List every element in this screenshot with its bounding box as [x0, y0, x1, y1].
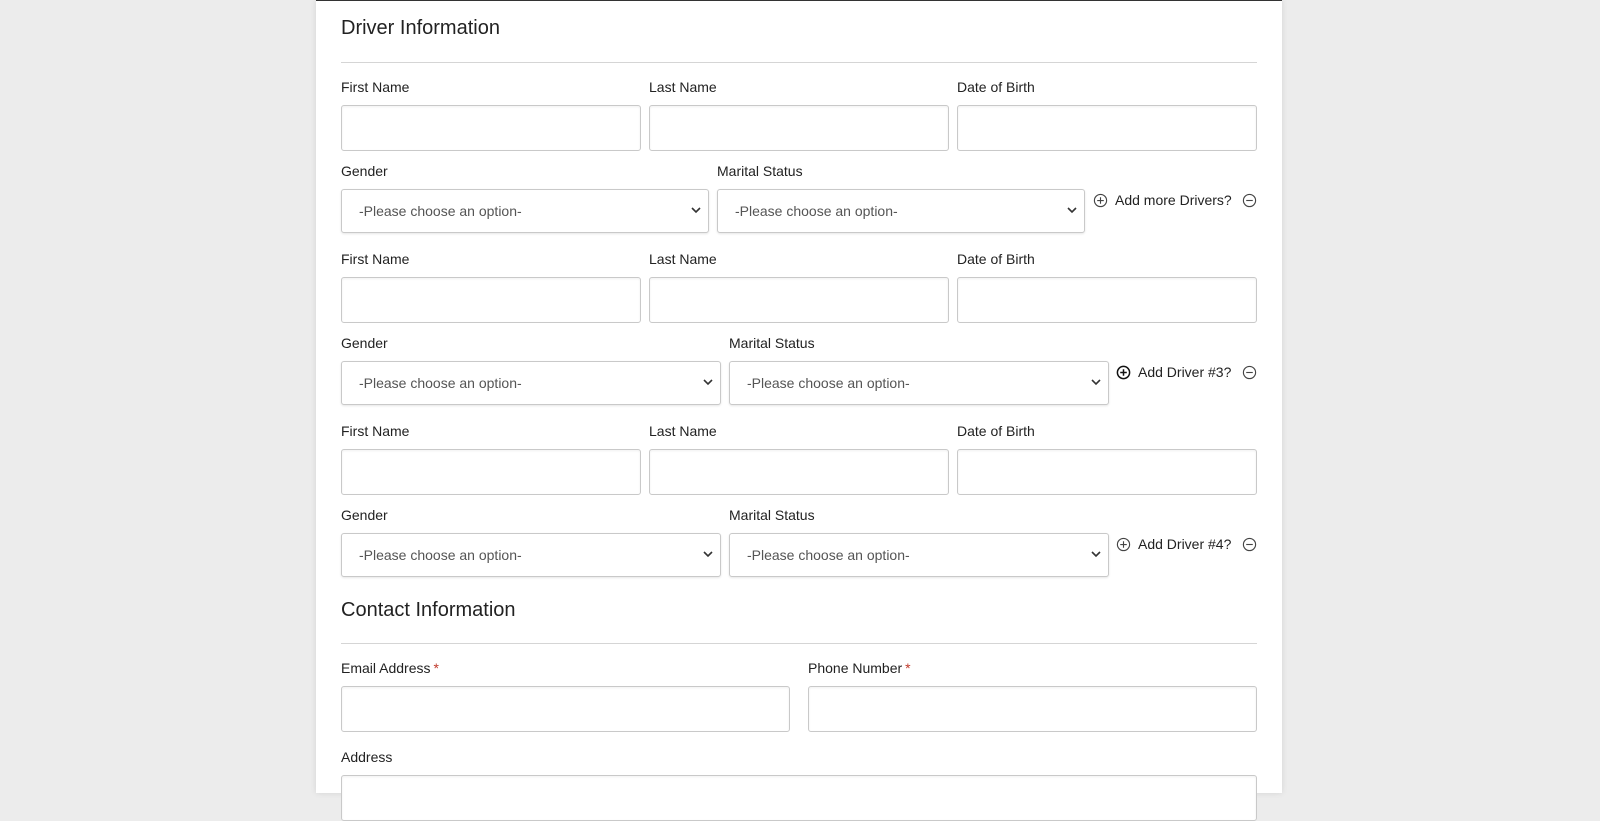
last-name-label: Last Name — [649, 423, 717, 439]
gender-label: Gender — [341, 335, 388, 351]
add-more-drivers-label[interactable]: Add more Drivers? — [1115, 192, 1232, 208]
address-label: Address — [341, 749, 393, 765]
dob-label: Date of Birth — [957, 79, 1035, 95]
chevron-down-icon — [1066, 203, 1078, 217]
add-driver-4-label[interactable]: Add Driver #4? — [1138, 536, 1231, 552]
last-name-input[interactable] — [649, 105, 949, 151]
first-name-input[interactable] — [341, 105, 641, 151]
chevron-down-icon — [1090, 375, 1102, 389]
add-driver-3-label[interactable]: Add Driver #3? — [1138, 364, 1231, 380]
plus-circle-icon[interactable] — [1093, 193, 1108, 208]
gender-label: Gender — [341, 163, 388, 179]
gender-select[interactable]: -Please choose an option- — [341, 533, 721, 577]
marital-status-label: Marital Status — [717, 163, 803, 179]
email-label-text: Email Address — [341, 660, 431, 676]
minus-circle-icon[interactable] — [1242, 365, 1257, 380]
marital-status-select-value: -Please choose an option- — [747, 547, 910, 563]
dob-label: Date of Birth — [957, 251, 1035, 267]
required-mark: * — [433, 660, 439, 676]
marital-status-select[interactable]: -Please choose an option- — [729, 533, 1109, 577]
plus-circle-icon[interactable] — [1116, 537, 1131, 552]
first-name-label: First Name — [341, 251, 410, 267]
marital-status-label: Marital Status — [729, 507, 815, 523]
contact-info-title: Contact Information — [341, 599, 516, 621]
chevron-down-icon — [690, 203, 702, 217]
marital-status-select[interactable]: -Please choose an option- — [729, 361, 1109, 405]
driver-info-title: Driver Information — [341, 17, 500, 39]
driver-info-divider — [341, 62, 1257, 63]
marital-status-select-value: -Please choose an option- — [747, 375, 910, 391]
last-name-input[interactable] — [649, 277, 949, 323]
phone-label: Phone Number * — [808, 660, 911, 676]
plus-circle-icon[interactable] — [1116, 365, 1131, 380]
gender-select[interactable]: -Please choose an option- — [341, 189, 709, 233]
first-name-input[interactable] — [341, 449, 641, 495]
gender-select-value: -Please choose an option- — [359, 203, 522, 219]
first-name-label: First Name — [341, 79, 410, 95]
email-input[interactable] — [341, 686, 790, 732]
gender-select-value: -Please choose an option- — [359, 547, 522, 563]
required-mark: * — [905, 660, 911, 676]
last-name-label: Last Name — [649, 79, 717, 95]
chevron-down-icon — [1090, 547, 1102, 561]
phone-label-text: Phone Number — [808, 660, 903, 676]
gender-select[interactable]: -Please choose an option- — [341, 361, 721, 405]
dob-input[interactable] — [957, 105, 1257, 151]
first-name-label: First Name — [341, 423, 410, 439]
marital-status-select[interactable]: -Please choose an option- — [717, 189, 1085, 233]
minus-circle-icon[interactable] — [1242, 537, 1257, 552]
chevron-down-icon — [702, 375, 714, 389]
dob-input[interactable] — [957, 449, 1257, 495]
address-input[interactable] — [341, 775, 1257, 821]
last-name-input[interactable] — [649, 449, 949, 495]
gender-select-value: -Please choose an option- — [359, 375, 522, 391]
email-label: Email Address * — [341, 660, 439, 676]
phone-input[interactable] — [808, 686, 1257, 732]
chevron-down-icon — [702, 547, 714, 561]
form-card: Driver Information First Name Last Name … — [316, 0, 1282, 821]
dob-label: Date of Birth — [957, 423, 1035, 439]
minus-circle-icon[interactable] — [1242, 193, 1257, 208]
first-name-input[interactable] — [341, 277, 641, 323]
dob-input[interactable] — [957, 277, 1257, 323]
marital-status-select-value: -Please choose an option- — [735, 203, 898, 219]
contact-info-divider — [341, 643, 1257, 644]
gender-label: Gender — [341, 507, 388, 523]
marital-status-label: Marital Status — [729, 335, 815, 351]
last-name-label: Last Name — [649, 251, 717, 267]
